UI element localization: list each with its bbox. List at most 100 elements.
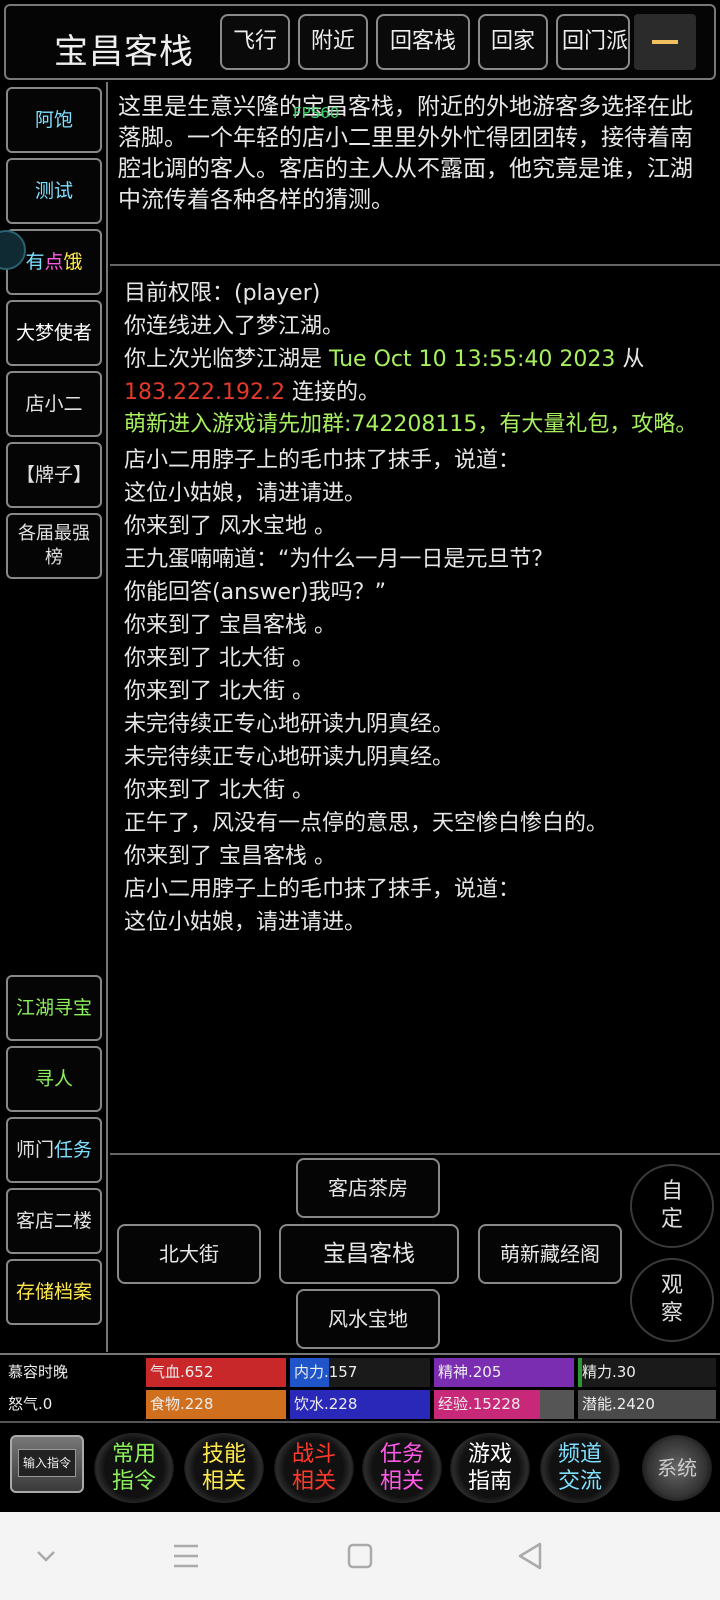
log-line: 王九蛋喃喃道：“为什么一月一日是元旦节？ — [124, 547, 554, 572]
custom-label: 自定 — [660, 1179, 683, 1232]
command-bar: 输入指令 常用 指令 技能 相关 战斗 相关 任务 相关 游戏 指南 频道 交流 系统 — [0, 1421, 720, 1511]
qianneng-value: 潜能.2420 — [582, 1395, 655, 1413]
sidebar-item-inn-upstairs[interactable]: 客店二楼 — [6, 1188, 102, 1254]
log-line: 未完待续正专心地研读九阴真经。 — [124, 712, 455, 737]
back-to-sect-button[interactable]: 回门派 — [556, 14, 630, 70]
log-text: 你上次光临梦江湖是 — [124, 347, 329, 372]
food-bar: 食物.228 — [146, 1390, 286, 1419]
sidebar-item-rankings[interactable]: 各届最强榜 — [6, 513, 102, 579]
observe-label: 观察 — [660, 1273, 683, 1326]
log-line: 这位小姑娘，请进请进。 — [124, 481, 367, 506]
qianneng-bar: 潜能.2420 — [578, 1390, 716, 1419]
sidebar-item-treasure-hunt[interactable]: 江湖寻宝 — [6, 975, 102, 1041]
nuqi-label: 怒气.0 — [4, 1390, 144, 1419]
food-value: 食物.228 — [150, 1395, 214, 1413]
observe-button[interactable]: 观察 — [630, 1258, 714, 1342]
exit-north-button[interactable]: 客店茶房 — [296, 1158, 440, 1218]
cmd-label: 游戏 — [467, 1442, 512, 1467]
cmd-label: 指南 — [467, 1469, 512, 1494]
cmd-label: 任务 — [379, 1442, 424, 1467]
home-icon[interactable] — [338, 1534, 382, 1578]
log-line: 你来到了 宝昌客栈 。 — [124, 844, 336, 869]
cmd-label: 指令 — [111, 1469, 156, 1494]
jingli-value: 精力.30 — [582, 1363, 636, 1381]
channel-button[interactable]: 频道 交流 — [540, 1433, 620, 1503]
cmd-label: 相关 — [201, 1469, 246, 1494]
log-line: 这位小姑娘，请进请进。 — [124, 910, 367, 935]
cmd-label: 战斗 — [291, 1442, 336, 1467]
sidebar-item-test[interactable]: 测试 — [6, 158, 102, 224]
sidebar-item-sign[interactable]: 【牌子】 — [6, 442, 102, 508]
neili-value: 内力.157 — [294, 1363, 358, 1381]
sidebar-item-abao[interactable]: 阿饱 — [6, 87, 102, 153]
custom-button[interactable]: 自定 — [630, 1164, 714, 1248]
divider — [110, 1153, 720, 1155]
common-commands-button[interactable]: 常用 指令 — [94, 1433, 174, 1503]
jingli-bar: 精力.30 — [578, 1358, 716, 1387]
sidebar-item-find-person[interactable]: 寻人 — [6, 1046, 102, 1112]
exit-west-button[interactable]: 北大街 — [117, 1224, 261, 1284]
quests-button[interactable]: 任务 相关 — [362, 1433, 442, 1503]
exp-value: 经验.15228 — [438, 1395, 521, 1413]
time-value: 慕容时晚 — [8, 1363, 69, 1381]
back-to-inn-button[interactable]: 回客栈 — [376, 14, 470, 70]
npc-sidebar: 阿饱 测试 有点饿 大梦使者 店小二 【牌子】 各届最强榜 江湖寻宝 寻人 师门… — [0, 82, 108, 1352]
sidebar-item-dream-envoy[interactable]: 大梦使者 — [6, 300, 102, 366]
back-icon[interactable] — [508, 1534, 552, 1578]
log-line: 店小二用脖子上的毛巾抹了抹手，说道： — [124, 448, 521, 473]
exit-east-button[interactable]: 萌新藏经阁 — [478, 1224, 622, 1284]
minus-icon — [652, 40, 678, 44]
log-line: 你连线进入了梦江湖。 — [124, 314, 345, 339]
sidebar-item-label: 点 — [44, 251, 64, 273]
fly-button[interactable]: 飞行 — [220, 14, 290, 70]
menu-icon[interactable] — [164, 1534, 208, 1578]
sidebar-item-sect-quest[interactable]: 师门 任务 — [6, 1117, 102, 1183]
system-button[interactable]: 系统 — [642, 1435, 712, 1501]
water-value: 饮水.228 — [294, 1395, 358, 1413]
log-line: 未完待续正专心地研读九阴真经。 — [124, 745, 455, 770]
sidebar-item-label: 饿 — [63, 251, 83, 273]
jingshen-value: 精神.205 — [438, 1363, 502, 1381]
sidebar-item-label: 师门 — [15, 1139, 54, 1161]
room-description: 这里是生意兴隆的宝昌客栈，附近的外地游客多选择在此落脚。一个年轻的店小二里里外外… — [118, 94, 693, 213]
sidebar-item-label: 有 — [25, 251, 45, 273]
time-label: 慕容时晚 — [4, 1358, 144, 1387]
sidebar-item-waiter[interactable]: 店小二 — [6, 371, 102, 437]
message-log: 目前权限：(player) 你连线进入了梦江湖。 你上次光临梦江湖是 Tue O… — [124, 277, 714, 939]
log-line: 你来到了 风水宝地 。 — [124, 514, 336, 539]
log-ip-address: 183.222.192.2 — [124, 380, 285, 405]
log-announcement: 萌新进入游戏请先加群:742208115，有大量礼包，攻略。 — [124, 412, 698, 437]
jingshen-bar: 精神.205 — [434, 1358, 574, 1387]
system-nav-bar — [0, 1512, 720, 1600]
sidebar-item-save-archive[interactable]: 存储档案 — [6, 1259, 102, 1325]
current-room-button[interactable]: 宝昌客栈 — [279, 1224, 459, 1284]
combat-button[interactable]: 战斗 相关 — [274, 1433, 354, 1503]
cmd-label: 常用 — [111, 1442, 156, 1467]
nearby-button[interactable]: 附近 — [298, 14, 368, 70]
status-panel: 慕容时晚 气血.652 内力.157 精神.205 精力.30 怒气.0 食物.… — [0, 1353, 720, 1419]
exit-south-button[interactable]: 风水宝地 — [296, 1289, 440, 1349]
menu-toggle-button[interactable] — [634, 14, 696, 70]
log-line: 你来到了 北大街 。 — [124, 679, 314, 704]
top-bar: 宝昌客栈 飞行 附近 回客栈 回家 回门派 — [4, 4, 716, 80]
log-line: 你上次光临梦江湖是 Tue Oct 10 13:55:40 2023 从 — [124, 343, 714, 376]
room-title: 宝昌客栈 — [54, 32, 194, 72]
skills-button[interactable]: 技能 相关 — [184, 1433, 264, 1503]
water-bar: 饮水.228 — [290, 1390, 430, 1419]
cmd-label: 技能 — [201, 1442, 246, 1467]
cmd-label: 相关 — [379, 1469, 424, 1494]
input-command-label: 输入指令 — [18, 1449, 76, 1477]
fps-counter: FPS60 — [293, 104, 340, 122]
divider — [110, 264, 720, 266]
nuqi-value: 怒气.0 — [8, 1395, 53, 1413]
chevron-down-icon[interactable] — [24, 1534, 68, 1578]
hp-value: 气血.652 — [150, 1363, 214, 1381]
log-line: 正午了，风没有一点停的意思，天空惨白惨白的。 — [124, 811, 609, 836]
hp-bar: 气血.652 — [146, 1358, 286, 1387]
input-command-button[interactable]: 输入指令 — [10, 1435, 84, 1493]
game-guide-button[interactable]: 游戏 指南 — [450, 1433, 530, 1503]
log-line: 目前权限：(player) — [124, 281, 321, 306]
go-home-button[interactable]: 回家 — [478, 14, 548, 70]
log-text: 连接的。 — [284, 380, 380, 405]
log-line: 你来到了 宝昌客栈 。 — [124, 613, 336, 638]
